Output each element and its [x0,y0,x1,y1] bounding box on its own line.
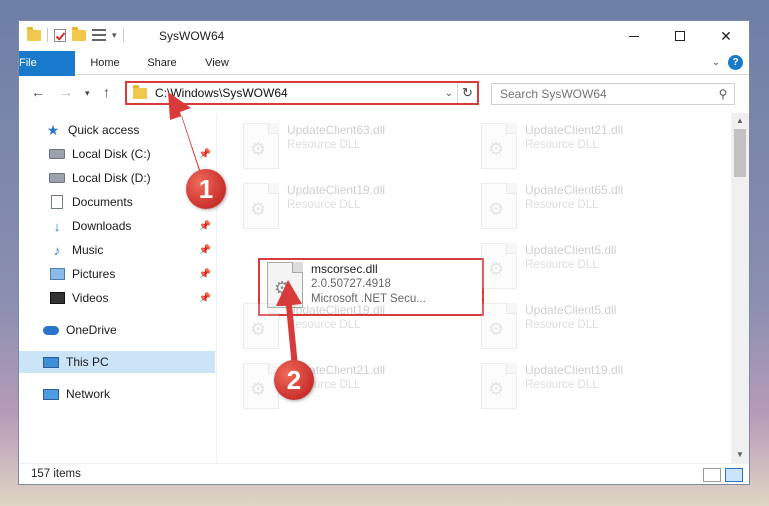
callout-arrows [168,92,302,368]
callout-arrow-2 [276,280,302,368]
callout-badge-1: 1 [186,169,226,209]
callout-badge-2: 2 [274,360,314,400]
